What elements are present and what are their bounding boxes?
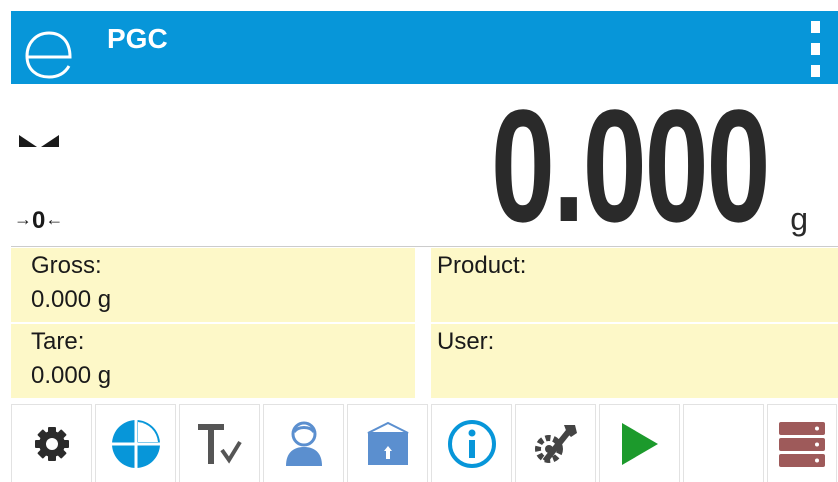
info-button[interactable] <box>431 404 512 482</box>
zero-indicator-value: 0 <box>32 207 46 234</box>
info-icon <box>447 419 496 468</box>
pie-chart-icon <box>111 419 160 468</box>
gross-label: Gross: <box>31 252 102 279</box>
zero-indicator-icon: →0← <box>14 207 64 234</box>
app-title: PGC <box>107 23 168 54</box>
weight-unit: g <box>790 201 808 237</box>
app-header: PGC <box>11 11 838 84</box>
user-cell[interactable]: User: <box>423 324 838 398</box>
weight-display-panel: →0← 0.000 g <box>11 84 838 247</box>
statistics-button[interactable] <box>95 404 176 482</box>
product-label: Product: <box>437 252 527 279</box>
tare-check-icon <box>197 423 242 464</box>
user-label: User: <box>437 328 495 355</box>
play-start-icon <box>621 422 658 465</box>
product-box-icon <box>367 421 408 465</box>
user-button[interactable] <box>263 404 344 482</box>
product-button[interactable] <box>347 404 428 482</box>
gross-cell: Gross: 0.000 g <box>11 248 423 322</box>
tools-icon <box>534 424 577 463</box>
database-button[interactable] <box>767 404 837 482</box>
tools-button[interactable] <box>515 404 596 482</box>
weight-value: 0.000 <box>490 76 771 255</box>
tare-button[interactable] <box>179 404 260 482</box>
product-cell[interactable]: Product: <box>423 248 838 322</box>
settings-gear-icon <box>34 426 69 461</box>
tare-cell: Tare: 0.000 g <box>11 324 423 398</box>
logo-e-icon <box>25 31 72 79</box>
stability-marker-icon <box>19 135 59 147</box>
tare-label: Tare: <box>31 328 85 355</box>
start-button[interactable] <box>599 404 680 482</box>
user-icon <box>285 421 322 466</box>
tare-value: 0.000 g <box>31 362 112 389</box>
empty-slot-button[interactable] <box>683 404 764 482</box>
database-icon <box>779 421 825 467</box>
function-toolbar <box>11 404 838 482</box>
gross-value: 0.000 g <box>31 286 112 313</box>
info-panel: Gross: 0.000 g Product: Tare: 0.000 g Us… <box>11 248 838 398</box>
settings-button[interactable] <box>11 404 92 482</box>
more-vertical-icon[interactable] <box>808 21 822 77</box>
